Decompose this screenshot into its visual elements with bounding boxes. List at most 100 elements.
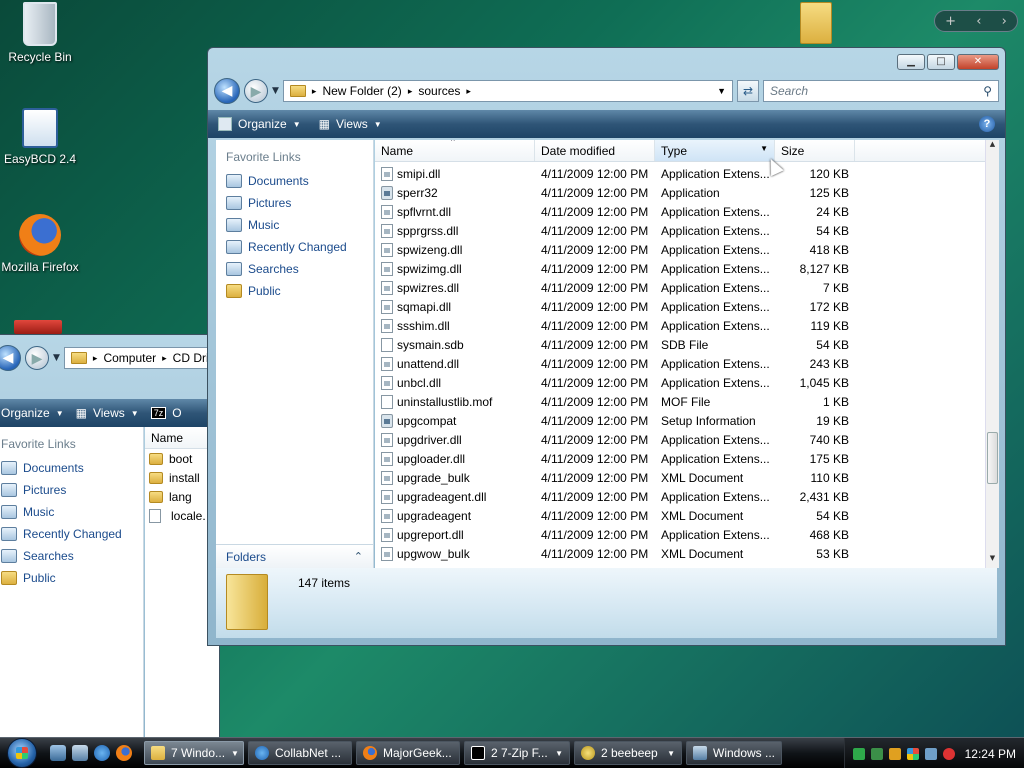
sevenzip-button[interactable]: 7z O bbox=[150, 406, 182, 420]
table-row[interactable]: spwizimg.dll 4/11/2009 12:00 PM Applicatio… bbox=[375, 259, 855, 278]
link-pictures[interactable]: Pictures bbox=[0, 479, 143, 501]
link-pictures[interactable]: Pictures bbox=[216, 192, 373, 214]
desktop-icon-recycle-bin[interactable]: Recycle Bin bbox=[0, 2, 80, 64]
scroll-down-button[interactable]: ▼ bbox=[986, 554, 999, 568]
windows-update-icon[interactable] bbox=[906, 747, 919, 760]
previous-icon[interactable]: ‹ bbox=[976, 14, 981, 29]
address-bar[interactable]: ▸ New Folder (2) ▸ sources ▸ ▼ bbox=[282, 80, 733, 102]
table-row[interactable]: upgcompat 4/11/2009 12:00 PM Setup Informa… bbox=[375, 411, 855, 430]
taskbar-button-windows[interactable]: Windows ... bbox=[686, 741, 782, 765]
taskbar-button-majorgeeks[interactable]: MajorGeek... bbox=[356, 741, 460, 765]
views-button[interactable]: ▦ Views ▼ bbox=[319, 117, 382, 131]
desktop-folder-icon[interactable] bbox=[800, 2, 832, 44]
scrollbar-thumb[interactable] bbox=[987, 432, 998, 484]
column-header-type[interactable]: Type ▼ bbox=[655, 140, 775, 161]
link-documents[interactable]: Documents bbox=[0, 457, 143, 479]
scroll-up-button[interactable]: ▲ bbox=[986, 140, 999, 154]
next-icon[interactable]: › bbox=[1002, 14, 1007, 29]
vertical-scrollbar[interactable]: ▲ ▼ bbox=[985, 140, 999, 568]
table-row[interactable]: smipi.dll 4/11/2009 12:00 PM Application E… bbox=[375, 164, 855, 183]
switch-windows-icon[interactable] bbox=[72, 745, 88, 761]
show-desktop-icon[interactable] bbox=[50, 745, 66, 761]
address-dropdown-icon[interactable]: ▼ bbox=[717, 86, 726, 96]
column-filter-dropdown-icon[interactable]: ▼ bbox=[760, 144, 768, 157]
taskbar-button-collabnet[interactable]: CollabNet ... bbox=[248, 741, 352, 765]
link-music[interactable]: Music bbox=[0, 501, 143, 523]
link-music[interactable]: Music bbox=[216, 214, 373, 236]
folder-icon bbox=[149, 471, 163, 484]
clock[interactable]: 12:24 PM bbox=[965, 747, 1016, 761]
link-public[interactable]: Public bbox=[216, 280, 373, 302]
app-tray-icon[interactable] bbox=[870, 747, 883, 760]
column-header-name[interactable]: Name ^ bbox=[375, 140, 535, 161]
folders-toggle[interactable]: Folders ⌃ bbox=[216, 544, 373, 568]
table-row[interactable]: unbcl.dll 4/11/2009 12:00 PM Application E… bbox=[375, 373, 855, 392]
taskbar-button-7zip[interactable]: 2 7-Zip F... ▼ bbox=[464, 741, 570, 765]
table-row[interactable]: ssshim.dll 4/11/2009 12:00 PM Application … bbox=[375, 316, 855, 335]
desktop-icon-firefox[interactable]: Mozilla Firefox bbox=[0, 214, 80, 274]
breadcrumb-new-folder[interactable]: New Folder (2) bbox=[322, 84, 401, 98]
search-input[interactable]: Search ⚲ bbox=[763, 80, 999, 102]
table-row[interactable]: upgloader.dll 4/11/2009 12:00 PM Applicati… bbox=[375, 449, 855, 468]
address-bar[interactable]: ▸ Computer ▸ CD Dri bbox=[63, 347, 219, 369]
maximize-button[interactable]: □ bbox=[927, 54, 955, 70]
volume-muted-icon[interactable] bbox=[942, 747, 955, 760]
breadcrumb-computer[interactable]: Computer bbox=[103, 351, 156, 365]
table-row[interactable]: upgrade_bulk 4/11/2009 12:00 PM XML Docume… bbox=[375, 468, 855, 487]
table-row[interactable]: sqmapi.dll 4/11/2009 12:00 PM Application … bbox=[375, 297, 855, 316]
table-row[interactable]: sysmain.sdb 4/11/2009 12:00 PM SDB File 54 … bbox=[375, 335, 855, 354]
back-button[interactable]: ◀ bbox=[0, 345, 21, 371]
sidebar-gadget-controls[interactable]: + ‹ › bbox=[934, 10, 1018, 32]
link-documents[interactable]: Documents bbox=[216, 170, 373, 192]
link-searches[interactable]: Searches bbox=[216, 258, 373, 280]
table-row[interactable]: upgwow_bulk 4/11/2009 12:00 PM XML Documen… bbox=[375, 544, 855, 563]
link-public[interactable]: Public bbox=[0, 567, 143, 589]
table-row[interactable]: sperr32 4/11/2009 12:00 PM Application 125 … bbox=[375, 183, 855, 202]
minimize-button[interactable]: ▁ bbox=[897, 54, 925, 70]
refresh-button[interactable]: ⇄ bbox=[737, 80, 759, 102]
help-button[interactable]: ? bbox=[979, 116, 995, 132]
table-row[interactable]: spprgrss.dll 4/11/2009 12:00 PM Applicatio… bbox=[375, 221, 855, 240]
organize-button[interactable]: Organize ▼ bbox=[1, 406, 64, 420]
explorer-window-cd-drive[interactable]: ◀ ▶ ▼ ▸ Computer ▸ CD Dri Organize ▼ ▦ Vie… bbox=[0, 334, 220, 744]
network-icon[interactable] bbox=[924, 747, 937, 760]
explorer-window-sources[interactable]: ▁ □ ✕ ◀ ▶ ▼ ▸ New Folder (2) ▸ sources ▸… bbox=[207, 47, 1006, 646]
link-label: Searches bbox=[23, 549, 74, 563]
table-row[interactable]: spflvrnt.dll 4/11/2009 12:00 PM Applicatio… bbox=[375, 202, 855, 221]
column-header-size[interactable]: Size bbox=[775, 140, 855, 161]
views-button[interactable]: ▦ Views ▼ bbox=[76, 406, 139, 420]
close-button[interactable]: ✕ bbox=[957, 54, 999, 70]
table-row[interactable]: spwizres.dll 4/11/2009 12:00 PM Applicatio… bbox=[375, 278, 855, 297]
link-recently-changed[interactable]: Recently Changed bbox=[0, 523, 143, 545]
ie-icon[interactable] bbox=[94, 745, 110, 761]
table-row[interactable]: uninstallustlib.mof 4/11/2009 12:00 PM MOF… bbox=[375, 392, 855, 411]
table-row[interactable]: upgdriver.dll 4/11/2009 12:00 PM Applicati… bbox=[375, 430, 855, 449]
taskbar-button-beebeep[interactable]: 2 beebeep ▼ bbox=[574, 741, 682, 765]
start-button[interactable] bbox=[0, 738, 44, 768]
forward-button[interactable]: ▶ bbox=[244, 79, 268, 103]
breadcrumb-sources[interactable]: sources bbox=[418, 84, 460, 98]
forward-button[interactable]: ▶ bbox=[25, 346, 49, 370]
desktop-icon-easybcd[interactable]: EasyBCD 2.4 bbox=[0, 108, 80, 166]
breadcrumb-cd-drive[interactable]: CD Dri bbox=[173, 351, 209, 365]
table-row[interactable]: upgreport.dll 4/11/2009 12:00 PM Applicati… bbox=[375, 525, 855, 544]
desktop-bookshelf-icon[interactable] bbox=[14, 320, 62, 334]
back-button[interactable]: ◀ bbox=[214, 78, 240, 104]
link-searches[interactable]: Searches bbox=[0, 545, 143, 567]
table-row[interactable]: spwizeng.dll 4/11/2009 12:00 PM Applicatio… bbox=[375, 240, 855, 259]
ie-icon bbox=[255, 746, 269, 760]
network-monitor-icon[interactable] bbox=[852, 747, 865, 760]
taskbar-button-windows-explorer[interactable]: 7 Windo... ▼ bbox=[144, 741, 244, 765]
recent-pages-dropdown[interactable]: ▼ bbox=[272, 86, 279, 96]
cell-size: 120 KB bbox=[809, 166, 849, 181]
table-row[interactable]: upgradeagent 4/11/2009 12:00 PM XML Docume… bbox=[375, 506, 855, 525]
add-gadget-icon[interactable]: + bbox=[945, 14, 956, 29]
column-header-date[interactable]: Date modified bbox=[535, 140, 655, 161]
organize-button[interactable]: Organize ▼ bbox=[218, 117, 301, 131]
link-recently-changed[interactable]: Recently Changed bbox=[216, 236, 373, 258]
firefox-icon[interactable] bbox=[116, 745, 132, 761]
table-row[interactable]: unattend.dll 4/11/2009 12:00 PM Applicatio… bbox=[375, 354, 855, 373]
table-row[interactable]: upgradeagent.dll 4/11/2009 12:00 PM Applic… bbox=[375, 487, 855, 506]
security-shield-icon[interactable] bbox=[888, 747, 901, 760]
recent-pages-dropdown[interactable]: ▼ bbox=[53, 353, 60, 363]
